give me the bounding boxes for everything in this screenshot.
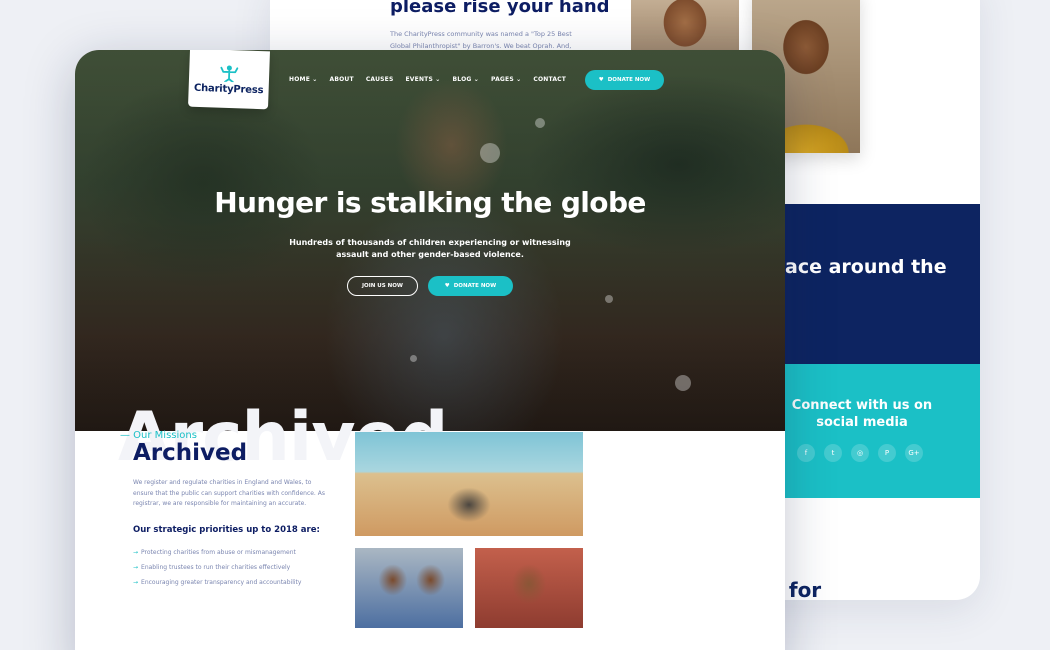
nav-home[interactable]: HOME ⌄ xyxy=(289,76,318,83)
nav-donate-label: DONATE NOW xyxy=(607,77,651,83)
water-drop xyxy=(410,355,417,362)
nav-pages[interactable]: PAGES ⌄ xyxy=(491,76,521,83)
twitter-icon[interactable]: t xyxy=(824,444,842,462)
nav-contact[interactable]: CONTACT xyxy=(533,76,566,83)
girl-photo xyxy=(475,548,583,628)
missions-title: Archived xyxy=(133,440,248,466)
social-icons-row: f t ◎ P G+ xyxy=(797,444,923,462)
google-plus-icon[interactable]: G+ xyxy=(905,444,923,462)
back-heading: please rise your hand xyxy=(390,0,610,17)
water-drop xyxy=(675,375,691,391)
facebook-icon[interactable]: f xyxy=(797,444,815,462)
nav-about[interactable]: ABOUT xyxy=(330,76,354,83)
missions-paragraph: We register and regulate charities in En… xyxy=(133,479,325,507)
join-us-button[interactable]: JOIN US NOW xyxy=(347,276,418,296)
charitypress-logo[interactable]: CharityPress xyxy=(188,50,270,110)
navy-heading: ace around the xyxy=(785,256,947,278)
heart-icon: ♥ xyxy=(444,283,450,289)
nav-donate-button[interactable]: ♥ DONATE NOW xyxy=(585,70,664,90)
logo-text: CharityPress xyxy=(193,82,264,96)
priorities-title: Our strategic priorities up to 2018 are: xyxy=(133,525,320,535)
arrow-right-icon: → xyxy=(133,579,139,586)
nav-causes[interactable]: CAUSES xyxy=(366,76,394,83)
nav-events[interactable]: EVENTS ⌄ xyxy=(406,76,441,83)
priority-item: → Encouraging greater transparency and ac… xyxy=(133,579,302,586)
arrow-right-icon: → xyxy=(133,549,139,556)
main-nav: HOME ⌄ ABOUT CAUSES EVENTS ⌄ BLOG ⌄ PAGE… xyxy=(289,76,566,83)
priority-item: → Enabling trustees to run their charitie… xyxy=(133,564,291,571)
water-drop xyxy=(480,143,500,163)
social-heading: Connect with us on social media xyxy=(791,398,933,430)
priorities-list: → Protecting charities from abuse or mism… xyxy=(133,545,301,590)
priority-item: → Protecting charities from abuse or mism… xyxy=(133,549,296,556)
pinterest-icon[interactable]: P xyxy=(878,444,896,462)
social-section xyxy=(785,364,980,498)
arrow-right-icon: → xyxy=(133,564,139,571)
instagram-icon[interactable]: ◎ xyxy=(851,444,869,462)
heart-icon: ♥ xyxy=(598,77,604,83)
logo-figure-icon xyxy=(220,63,239,83)
hero-section: CharityPress HOME ⌄ ABOUT CAUSES EVENTS … xyxy=(75,50,785,431)
hero-donate-button[interactable]: ♥ DONATE NOW xyxy=(428,276,513,296)
hero-donate-label: DONATE NOW xyxy=(453,283,497,289)
water-drop xyxy=(535,118,545,128)
navy-section xyxy=(785,204,980,364)
donkey-water-photo xyxy=(355,432,583,536)
women-photo xyxy=(355,548,463,628)
hero-subtitle: Hundreds of thousands of children experi… xyxy=(289,238,571,259)
nav-blog[interactable]: BLOG ⌄ xyxy=(453,76,480,83)
water-drop xyxy=(605,295,613,303)
hero-title: Hunger is stalking the globe xyxy=(214,186,646,219)
